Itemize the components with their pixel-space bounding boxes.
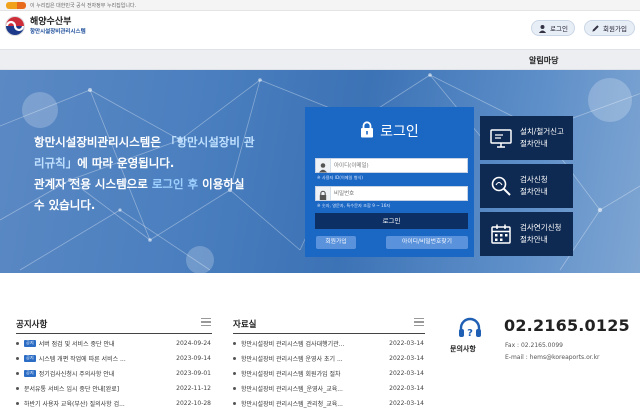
site-logo[interactable]: 해양수산부 항만시설장비관리시스템 bbox=[5, 16, 86, 36]
install-report-line1: 설치/철거신고 bbox=[520, 127, 564, 136]
gov-banner-text: 이 누리집은 대한민국 공식 전자정부 누리집입니다. bbox=[30, 2, 137, 9]
svg-text:?: ? bbox=[467, 328, 473, 339]
notice-divider bbox=[16, 333, 212, 334]
calendar-icon bbox=[491, 224, 511, 244]
gov-flag-icon bbox=[6, 1, 26, 9]
resource-section-title: 자료실 bbox=[233, 320, 257, 330]
notice-item[interactable]: 공지 시스템 개편 작업에 따른 서비스 ... 2023-09-14 bbox=[16, 352, 211, 364]
org-name: 해양수산부 bbox=[30, 16, 72, 27]
inspection-request-line2: 절차안내 bbox=[520, 187, 548, 196]
login-password-hint: ※ 숫자, 영문자, 특수문자 조합 9 ~ 16자 bbox=[317, 203, 391, 208]
install-report-line2: 절차안내 bbox=[520, 139, 548, 148]
inspection-delay-guide-button[interactable]: 검사연기신청절차안내 bbox=[480, 212, 573, 256]
resource-item[interactable]: 항만시설장비 관리시스템_운영사_교육... 2022-03-14 bbox=[233, 382, 424, 394]
pencil-icon bbox=[592, 24, 599, 32]
login-title: 로그인 bbox=[305, 121, 474, 141]
resource-more-icon[interactable] bbox=[414, 318, 424, 326]
gov-banner: 이 누리집은 대한민국 공식 전자정부 누리집입니다. bbox=[0, 0, 640, 11]
lock-icon bbox=[361, 121, 374, 138]
resource-item[interactable]: 항만시설장비 관리시스템 검사대행기관... 2022-03-14 bbox=[233, 337, 424, 349]
contact-email: E-mail : hems@koreaports.or.kr bbox=[505, 354, 600, 361]
hero-message: 항만시설장비관리시스템은 「항만시설장비 관 리규칙」에 따라 운영됩니다. 관… bbox=[34, 135, 255, 212]
inspection-request-line1: 검사신청 bbox=[520, 175, 548, 184]
resource-item[interactable]: 항만시설장비 관리시스템 회원가입 절차 2022-03-14 bbox=[233, 367, 424, 379]
headset-icon: ? bbox=[459, 317, 481, 339]
find-account-button[interactable]: 아이디/비밀번호찾기 bbox=[386, 236, 468, 249]
resource-item[interactable]: 항만시설장비 관리시스템 운영사 초기 ... 2022-03-14 bbox=[233, 352, 424, 364]
login-id-field[interactable] bbox=[315, 158, 468, 173]
notice-item[interactable]: 공지 정기검사신청시 주의사항 안내 2023-09-01 bbox=[16, 367, 211, 379]
header-join-button[interactable]: 회원가입 bbox=[584, 20, 635, 36]
header-join-label: 회원가입 bbox=[603, 25, 627, 33]
user-icon bbox=[538, 24, 547, 33]
login-password-field[interactable] bbox=[315, 186, 468, 201]
login-submit-button[interactable]: 로그인 bbox=[315, 213, 468, 229]
register-button[interactable]: 회원가입 bbox=[316, 236, 356, 249]
header-login-label: 로그인 bbox=[550, 25, 568, 33]
resource-divider bbox=[233, 333, 425, 334]
login-panel: 로그인 ※ 사용자 ID(이메일 형식) ※ 숫자, 영문자, 특수문자 조합 … bbox=[305, 107, 474, 257]
notice-more-icon[interactable] bbox=[201, 318, 211, 326]
inspection-request-guide-button[interactable]: 검사신청절차안내 bbox=[480, 164, 573, 208]
notice-item[interactable]: 문서유통 서비스 임시 중단 안내[완료] 2022-11-12 bbox=[16, 382, 211, 394]
login-id-hint: ※ 사용자 ID(이메일 형식) bbox=[317, 175, 364, 180]
resource-item[interactable]: 항만시설장비 관리시스템_관리청_교육... 2022-03-14 bbox=[233, 397, 424, 409]
inspection-delay-line1: 검사연기신청 bbox=[520, 223, 562, 232]
login-id-input[interactable] bbox=[334, 161, 464, 171]
nav-item-notice[interactable]: 알림마당 bbox=[529, 55, 558, 66]
notice-section-title: 공지사항 bbox=[16, 320, 48, 330]
notice-item[interactable]: 하반기 사용자 교육(부산) 질의사항 검... 2022-10-28 bbox=[16, 397, 211, 409]
header: 해양수산부 항만시설장비관리시스템 로그인 회원가입 bbox=[0, 11, 640, 49]
system-name: 항만시설장비관리시스템 bbox=[30, 28, 86, 35]
inspection-delay-line2: 절차안내 bbox=[520, 235, 548, 244]
install-report-guide-button[interactable]: 설치/철거신고절차안내 bbox=[480, 116, 573, 160]
header-login-button[interactable]: 로그인 bbox=[531, 20, 575, 36]
monitor-icon bbox=[490, 129, 512, 148]
main-nav: 알림마당 bbox=[0, 49, 640, 70]
contact-phone: 02.2165.0125 bbox=[504, 316, 630, 335]
lock-icon bbox=[316, 187, 331, 200]
contact-fax: Fax : 02.2165.0099 bbox=[505, 342, 563, 349]
notice-item[interactable]: 공지 서버 점검 및 서비스 중단 안내 2024-09-24 bbox=[16, 337, 211, 349]
taegeuk-logo-icon bbox=[5, 16, 25, 36]
login-password-input[interactable] bbox=[334, 189, 464, 199]
contact-label: 문의사항 bbox=[450, 345, 476, 353]
search-inspect-icon bbox=[491, 176, 511, 196]
user-icon bbox=[316, 159, 331, 173]
